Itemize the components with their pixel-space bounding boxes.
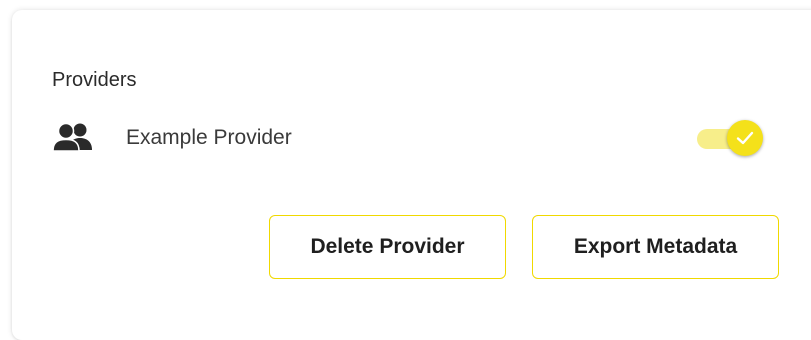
toggle-knob <box>727 120 763 156</box>
delete-provider-button[interactable]: Delete Provider <box>269 215 506 279</box>
check-icon <box>736 131 754 145</box>
provider-name: Example Provider <box>126 126 292 149</box>
section-title: Providers <box>52 69 137 91</box>
export-metadata-button[interactable]: Export Metadata <box>532 215 779 279</box>
provider-row: Example Provider <box>52 120 772 156</box>
people-icon <box>52 122 96 152</box>
provider-enabled-toggle[interactable] <box>697 120 765 156</box>
providers-card: Providers Example Provider Delete Provid… <box>12 10 811 340</box>
